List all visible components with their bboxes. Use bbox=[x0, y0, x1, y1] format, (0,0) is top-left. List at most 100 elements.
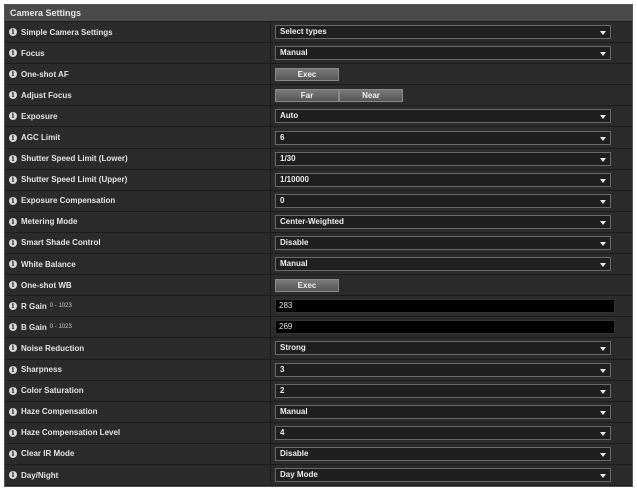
r-gain-input[interactable]: 283 bbox=[275, 299, 615, 314]
setting-label-text: Exposure Compensation bbox=[21, 196, 116, 206]
adjust-focus-near-button[interactable]: Near bbox=[339, 88, 403, 102]
agc-limit-select[interactable]: 6 bbox=[275, 130, 611, 145]
setting-row-noise-reduction: i Noise Reduction Strong bbox=[5, 338, 632, 360]
select-value: Select types bbox=[280, 27, 327, 37]
b-gain-input[interactable]: 269 bbox=[275, 320, 615, 335]
setting-label-text: Smart Shade Control bbox=[21, 238, 101, 248]
chevron-down-icon bbox=[600, 263, 606, 268]
info-icon[interactable]: i bbox=[9, 112, 17, 121]
setting-label: i Color Saturation bbox=[5, 380, 271, 401]
smart-shade-control-select[interactable]: Disable bbox=[275, 235, 611, 250]
info-icon[interactable]: i bbox=[9, 449, 17, 458]
setting-control: Manual bbox=[275, 43, 632, 63]
exposure-compensation-select[interactable]: 0 bbox=[275, 193, 611, 208]
setting-label-text: Shutter Speed Limit (Lower) bbox=[21, 154, 128, 164]
setting-control: Select types bbox=[275, 22, 632, 42]
info-icon[interactable]: i bbox=[9, 49, 17, 58]
select-value: 1/10000 bbox=[280, 174, 309, 184]
select-value: 6 bbox=[280, 132, 285, 142]
select-value: 4 bbox=[280, 427, 285, 437]
chevron-down-icon bbox=[600, 474, 606, 479]
one-shot-wb-exec-button[interactable]: Exec bbox=[275, 278, 339, 292]
chevron-down-icon bbox=[600, 368, 606, 373]
info-icon[interactable]: i bbox=[9, 323, 17, 332]
sharpness-select[interactable]: 3 bbox=[275, 362, 611, 377]
clear-ir-mode-select[interactable]: Disable bbox=[275, 446, 611, 461]
adjust-focus-far-button[interactable]: Far bbox=[275, 88, 339, 102]
setting-label-text: Adjust Focus bbox=[21, 90, 72, 100]
setting-row-focus: i Focus Manual bbox=[5, 43, 632, 65]
setting-label: i Smart Shade Control bbox=[5, 232, 271, 254]
info-icon[interactable]: i bbox=[9, 386, 17, 395]
setting-label-text: B Gain bbox=[21, 322, 47, 332]
setting-control: 1/10000 bbox=[275, 170, 632, 190]
setting-label-text: AGC Limit bbox=[21, 133, 61, 143]
setting-control: 283 bbox=[275, 296, 632, 316]
color-saturation-select[interactable]: 2 bbox=[275, 383, 611, 398]
one-shot-af-exec-button[interactable]: Exec bbox=[275, 67, 339, 81]
setting-label: i B Gain 0 - 1023 bbox=[5, 317, 271, 338]
shutter-speed-limit-lower-select[interactable]: 1/30 bbox=[275, 151, 611, 166]
info-icon[interactable]: i bbox=[9, 70, 17, 79]
setting-row-color-saturation: i Color Saturation 2 bbox=[5, 380, 632, 402]
setting-control: Auto bbox=[275, 106, 632, 126]
info-icon[interactable]: i bbox=[9, 238, 17, 247]
select-value: 0 bbox=[280, 195, 285, 205]
chevron-down-icon bbox=[600, 220, 606, 225]
setting-row-clear-ir-mode: i Clear IR Mode Disable bbox=[5, 443, 632, 465]
info-icon[interactable]: i bbox=[9, 344, 17, 353]
setting-control: Day Mode bbox=[275, 465, 632, 485]
select-value: 1/30 bbox=[280, 153, 296, 163]
shutter-speed-limit-upper-select[interactable]: 1/10000 bbox=[275, 172, 611, 187]
setting-label: i AGC Limit bbox=[5, 127, 271, 148]
chevron-down-icon bbox=[600, 115, 606, 120]
setting-label-text: Day/Night bbox=[21, 470, 59, 480]
info-icon[interactable]: i bbox=[9, 154, 17, 163]
select-value: Center-Weighted bbox=[280, 216, 344, 226]
info-icon[interactable]: i bbox=[9, 428, 17, 437]
focus-select[interactable]: Manual bbox=[275, 46, 611, 61]
info-icon[interactable]: i bbox=[9, 407, 17, 416]
setting-control: Manual bbox=[275, 402, 632, 422]
setting-label-text: Noise Reduction bbox=[21, 343, 85, 353]
setting-row-haze-compensation: i Haze Compensation Manual bbox=[5, 401, 632, 423]
haze-compensation-level-select[interactable]: 4 bbox=[275, 425, 611, 440]
chevron-down-icon bbox=[600, 157, 606, 162]
info-icon[interactable]: i bbox=[9, 281, 17, 290]
setting-label: i White Balance bbox=[5, 254, 271, 275]
setting-row-metering-mode: i Metering Mode Center-Weighted bbox=[5, 211, 632, 233]
setting-label-text: Sharpness bbox=[21, 365, 62, 375]
setting-label-text: Color Saturation bbox=[21, 386, 84, 396]
info-icon[interactable]: i bbox=[9, 365, 17, 374]
setting-label: i R Gain 0 - 1023 bbox=[5, 296, 271, 317]
settings-list: i Simple Camera Settings Select types i Focu… bbox=[5, 22, 632, 487]
select-value: Manual bbox=[280, 259, 308, 269]
setting-label: i Day/Night bbox=[5, 464, 271, 486]
info-icon[interactable]: i bbox=[9, 302, 17, 311]
noise-reduction-select[interactable]: Strong bbox=[275, 341, 611, 356]
metering-mode-select[interactable]: Center-Weighted bbox=[275, 214, 611, 229]
info-icon[interactable]: i bbox=[9, 91, 17, 100]
setting-row-one-shot-af: i One-shot AF Exec bbox=[5, 64, 632, 86]
select-value: Manual bbox=[280, 48, 308, 58]
info-icon[interactable]: i bbox=[9, 260, 17, 269]
info-icon[interactable]: i bbox=[9, 196, 17, 205]
select-value: Day Mode bbox=[280, 470, 318, 480]
info-icon[interactable]: i bbox=[9, 471, 17, 480]
info-icon[interactable]: i bbox=[9, 133, 17, 142]
setting-row-sharpness: i Sharpness 3 bbox=[5, 359, 632, 381]
setting-row-white-balance: i White Balance Manual bbox=[5, 254, 632, 276]
setting-label: i Shutter Speed Limit (Upper) bbox=[5, 169, 271, 190]
simple-camera-settings-select[interactable]: Select types bbox=[275, 25, 611, 40]
setting-control: Center-Weighted bbox=[275, 212, 632, 232]
white-balance-select[interactable]: Manual bbox=[275, 257, 611, 272]
haze-compensation-select[interactable]: Manual bbox=[275, 404, 611, 419]
chevron-down-icon bbox=[600, 136, 606, 141]
setting-row-exposure-compensation: i Exposure Compensation 0 bbox=[5, 190, 632, 212]
info-icon[interactable]: i bbox=[9, 217, 17, 226]
day-night-select[interactable]: Day Mode bbox=[275, 468, 611, 483]
setting-row-agc-limit: i AGC Limit 6 bbox=[5, 127, 632, 149]
exposure-select[interactable]: Auto bbox=[275, 109, 611, 124]
info-icon[interactable]: i bbox=[9, 28, 17, 37]
info-icon[interactable]: i bbox=[9, 175, 17, 184]
